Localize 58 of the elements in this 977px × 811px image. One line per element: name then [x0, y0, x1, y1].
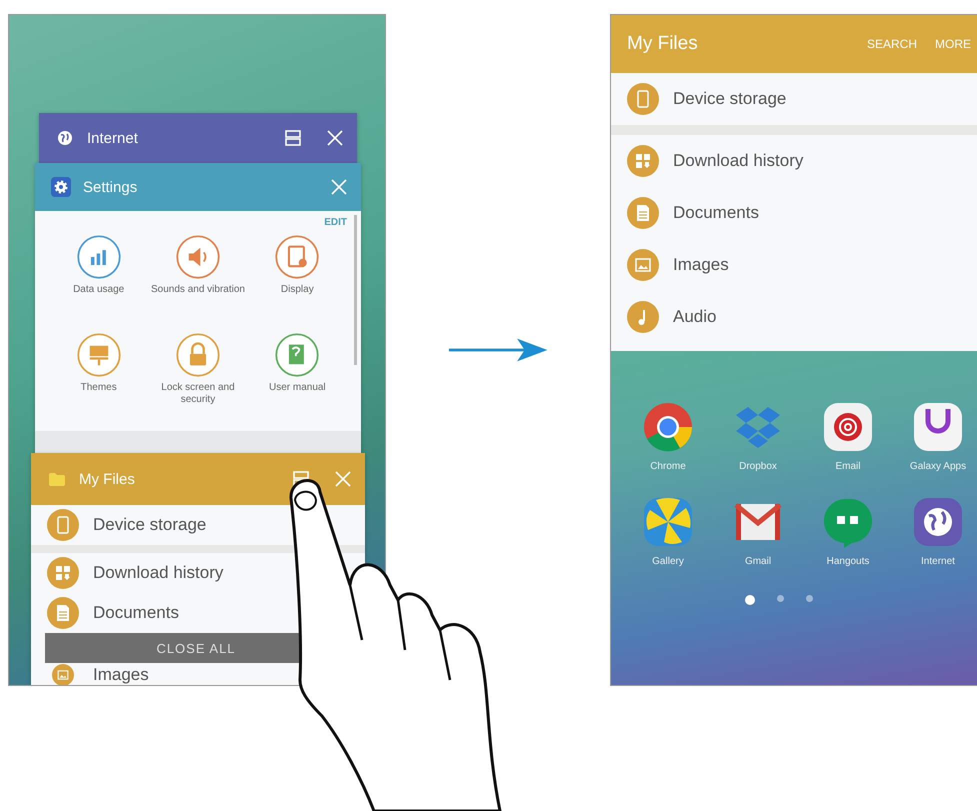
setting-icon[interactable]	[274, 332, 320, 378]
setting-icon[interactable]	[174, 234, 221, 280]
app-label: Gmail	[744, 556, 772, 567]
close-icon[interactable]	[325, 128, 345, 148]
gear-icon	[51, 177, 71, 197]
page-indicator-dot[interactable]	[806, 595, 813, 602]
app-label: Gallery	[652, 556, 684, 567]
file-category-label: Download history	[673, 151, 804, 171]
app-icon[interactable]	[912, 496, 964, 548]
file-category-label: Device storage	[673, 89, 786, 109]
app-label: Internet	[921, 556, 955, 567]
app-label: Hangouts	[826, 556, 870, 567]
app-icon[interactable]	[822, 496, 874, 548]
file-category-label: Images	[93, 665, 149, 685]
app-label: Dropbox	[739, 461, 777, 472]
file-category-icon	[627, 83, 659, 115]
settings-card[interactable]: Settings EDIT Data usage Sounds and vibration Display Themes Lock screen and security User manual	[35, 163, 361, 453]
app-icon[interactable]	[642, 401, 694, 453]
file-category-icon	[627, 145, 659, 177]
setting-label: Sounds and vibration	[150, 284, 246, 296]
setting-icon[interactable]	[76, 332, 122, 378]
file-category-icon	[627, 249, 659, 281]
page-indicator-dot[interactable]	[777, 595, 784, 602]
file-category-icon	[52, 664, 74, 685]
internet-card[interactable]: Internet	[39, 113, 357, 163]
app-label: Chrome	[650, 461, 686, 472]
globe-icon	[55, 128, 75, 148]
app-icon[interactable]	[642, 496, 694, 548]
file-category-label: Audio	[673, 307, 716, 327]
file-category-icon	[47, 509, 79, 541]
close-icon[interactable]	[329, 177, 349, 197]
page-indicator-dot[interactable]	[745, 595, 755, 605]
file-category-icon	[47, 557, 79, 589]
close-icon[interactable]	[333, 469, 353, 489]
app-icon[interactable]	[822, 401, 874, 453]
setting-label: Themes	[80, 382, 118, 394]
app-icon[interactable]	[912, 401, 964, 453]
app-label: Email	[835, 461, 860, 472]
setting-icon[interactable]	[76, 234, 122, 280]
file-category-label: Download history	[93, 563, 224, 583]
file-category-label: Images	[673, 255, 729, 275]
app-label: Galaxy Apps	[910, 461, 966, 472]
file-category-icon	[47, 597, 79, 629]
file-category-label: Documents	[93, 603, 179, 623]
card-title: My Files	[79, 470, 136, 488]
card-title: Settings	[83, 178, 138, 196]
setting-label: Display	[280, 284, 315, 296]
file-category-icon	[627, 197, 659, 229]
card-title: Internet	[87, 130, 139, 146]
file-category-icon	[627, 301, 659, 333]
setting-label: Data usage	[72, 284, 126, 296]
setting-icon[interactable]	[274, 234, 320, 280]
setting-icon[interactable]	[174, 332, 221, 378]
file-category-label: Device storage	[93, 515, 206, 535]
app-bar-title: My Files	[627, 33, 699, 55]
setting-label: User manual	[268, 382, 327, 394]
setting-label: Lock screen and security	[160, 382, 236, 406]
file-category-label: Documents	[673, 203, 759, 223]
